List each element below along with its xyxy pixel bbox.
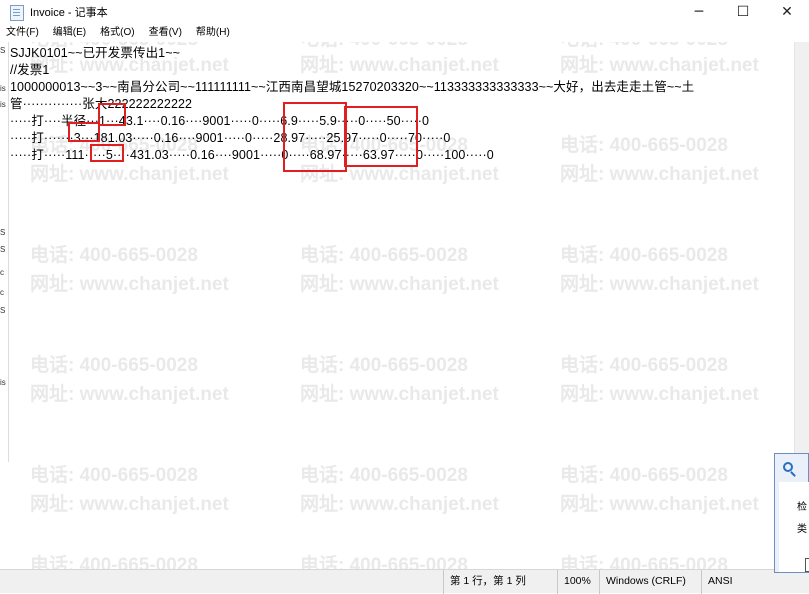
watermark-phone: 电话: 400-665-0028 bbox=[560, 355, 728, 376]
watermark-phone: 电话: 400-665-0028 bbox=[560, 465, 728, 486]
maximize-button[interactable]: ☐ bbox=[721, 0, 765, 24]
encoding: ANSI bbox=[701, 570, 809, 594]
search-icon-handle bbox=[790, 471, 796, 477]
watermark-site: 网址: www.chanjet.net bbox=[300, 274, 499, 295]
watermark-site: 网址: www.chanjet.net bbox=[560, 274, 759, 295]
watermark-site: 网址: www.chanjet.net bbox=[30, 274, 229, 295]
title-bar[interactable]: Invoice - 记事本 ─ ☐ ✕ bbox=[0, 0, 809, 25]
watermark-site: 网址: www.chanjet.net bbox=[560, 55, 759, 76]
minimize-button[interactable]: ─ bbox=[677, 0, 721, 24]
line-ending: Windows (CRLF) bbox=[599, 570, 701, 594]
background-window-edge: S is is S S c c S is bbox=[0, 42, 9, 462]
watermark-site: 网址: www.chanjet.net bbox=[300, 384, 499, 405]
close-button[interactable]: ✕ bbox=[765, 0, 809, 24]
menu-help[interactable]: 帮助(H) bbox=[196, 24, 230, 42]
highlight-box bbox=[283, 102, 347, 172]
menu-bar: 文件(F) 编辑(E) 格式(O) 查看(V) 帮助(H) bbox=[0, 24, 809, 42]
highlight-box bbox=[90, 144, 124, 162]
menu-format[interactable]: 格式(O) bbox=[100, 24, 134, 42]
text-line: ·····打·····111·····5····431.03·····0.16·… bbox=[10, 148, 494, 162]
highlight-box bbox=[98, 103, 126, 126]
highlight-box bbox=[344, 106, 418, 167]
text-editor[interactable]: 电话: 400-665-0028 电话: 400-665-0028 电话: 40… bbox=[0, 42, 794, 569]
watermark-site: 网址: www.chanjet.net bbox=[560, 494, 759, 515]
popup-text: 类 bbox=[797, 524, 807, 535]
notepad-window: Invoice - 记事本 ─ ☐ ✕ 文件(F) 编辑(E) 格式(O) 查看… bbox=[0, 0, 809, 594]
zoom-level: 100% bbox=[557, 570, 599, 594]
watermark-phone: 电话: 400-665-0028 bbox=[30, 465, 198, 486]
menu-edit[interactable]: 编辑(E) bbox=[53, 24, 86, 42]
watermark-phone: 电话: 400-665-0028 bbox=[300, 355, 468, 376]
popup-text: 检 bbox=[797, 502, 807, 513]
notepad-icon bbox=[10, 5, 24, 21]
watermark-phone: 电话: 400-665-0028 bbox=[300, 465, 468, 486]
watermark-phone: 电话: 400-665-0028 bbox=[560, 555, 728, 569]
highlight-box bbox=[68, 122, 100, 142]
watermark-site: 网址: www.chanjet.net bbox=[300, 494, 499, 515]
search-popup[interactable]: 检 类 bbox=[774, 453, 809, 573]
menu-view[interactable]: 查看(V) bbox=[149, 24, 182, 42]
menu-file[interactable]: 文件(F) bbox=[6, 24, 39, 42]
watermark-phone: 电话: 400-665-0028 bbox=[30, 355, 198, 376]
watermark-site: 网址: www.chanjet.net bbox=[560, 164, 759, 185]
watermark-site: 网址: www.chanjet.net bbox=[300, 55, 499, 76]
watermark-phone: 电话: 400-665-0028 bbox=[560, 135, 728, 156]
window-title: Invoice - 记事本 bbox=[30, 7, 108, 19]
watermark-site: 网址: www.chanjet.net bbox=[30, 164, 229, 185]
watermark-phone: 电话: 400-665-0028 bbox=[560, 245, 728, 266]
cursor-position: 第 1 行，第 1 列 bbox=[443, 570, 557, 594]
popup-checkbox[interactable] bbox=[805, 558, 809, 572]
status-bar: 第 1 行，第 1 列 100% Windows (CRLF) ANSI bbox=[0, 569, 809, 594]
watermark-phone: 电话: 400-665-0028 bbox=[300, 245, 468, 266]
watermark-site: 网址: www.chanjet.net bbox=[30, 494, 229, 515]
watermark-site: 网址: www.chanjet.net bbox=[560, 384, 759, 405]
watermark-site: 网址: www.chanjet.net bbox=[30, 384, 229, 405]
watermark-phone: 电话: 400-665-0028 bbox=[300, 555, 468, 569]
watermark-phone: 电话: 400-665-0028 bbox=[30, 245, 198, 266]
watermark-phone: 电话: 400-665-0028 bbox=[30, 555, 198, 569]
